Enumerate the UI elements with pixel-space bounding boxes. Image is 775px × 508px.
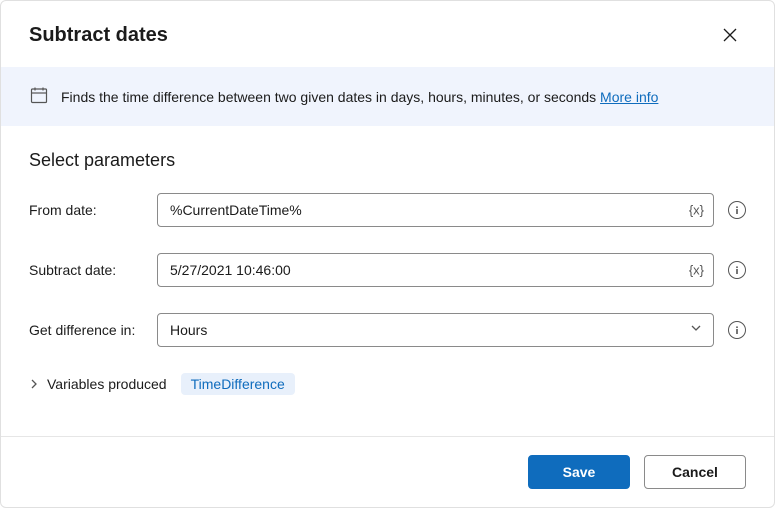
variables-produced-label: Variables produced [47,376,167,392]
from-date-input[interactable] [157,193,714,227]
info-icon [732,325,742,335]
difference-in-value: Hours [170,322,207,338]
subtract-date-input-wrap: {x} [157,253,714,287]
difference-in-select-wrap: Hours [157,313,714,347]
from-date-input-wrap: {x} [157,193,714,227]
dialog-header: Subtract dates [1,1,774,67]
close-button[interactable] [714,19,746,51]
dialog-title: Subtract dates [29,24,168,47]
from-date-label: From date: [29,202,147,218]
difference-in-help[interactable] [728,321,746,339]
close-icon [723,28,737,42]
subtract-dates-dialog: Subtract dates Finds the time difference… [0,0,775,508]
dialog-content: Select parameters From date: {x} Subtrac… [1,126,774,436]
cancel-button[interactable]: Cancel [644,455,746,489]
difference-in-label: Get difference in: [29,322,147,338]
from-date-row: From date: {x} [29,193,746,227]
info-banner: Finds the time difference between two gi… [1,67,774,126]
section-title: Select parameters [29,150,746,171]
calendar-icon [29,85,49,108]
subtract-date-label: Subtract date: [29,262,147,278]
info-icon [732,205,742,215]
variable-token-icon[interactable]: {x} [689,263,704,278]
difference-in-row: Get difference in: Hours [29,313,746,347]
dialog-footer: Save Cancel [1,436,774,507]
chevron-right-icon [29,376,39,392]
subtract-date-help[interactable] [728,261,746,279]
variable-badge[interactable]: TimeDifference [181,373,295,395]
info-icon [732,265,742,275]
subtract-date-input[interactable] [157,253,714,287]
variable-token-icon[interactable]: {x} [689,203,704,218]
save-button[interactable]: Save [528,455,630,489]
difference-in-select[interactable]: Hours [157,313,714,347]
from-date-help[interactable] [728,201,746,219]
banner-text: Finds the time difference between two gi… [61,89,658,105]
subtract-date-row: Subtract date: {x} [29,253,746,287]
variables-produced-toggle[interactable]: Variables produced TimeDifference [29,373,746,395]
more-info-link[interactable]: More info [600,89,658,105]
